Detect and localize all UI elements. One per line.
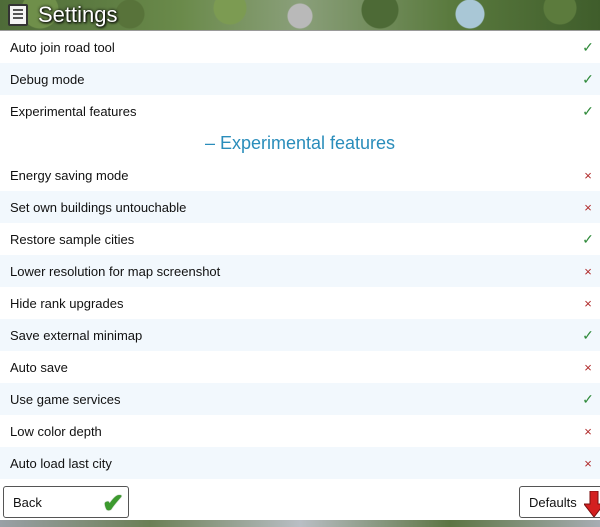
title-bar: Settings (0, 0, 600, 30)
setting-label: Experimental features (10, 103, 137, 119)
check-icon[interactable]: ✓ (582, 327, 594, 344)
setting-row-debug-mode[interactable]: Debug mode ✓ (0, 63, 600, 95)
setting-row-auto-load-last-city[interactable]: Auto load last city × (0, 447, 600, 479)
cross-icon[interactable]: × (582, 360, 594, 375)
setting-label: Hide rank upgrades (10, 295, 124, 311)
setting-row-use-game-services[interactable]: Use game services ✓ (0, 383, 600, 415)
setting-row-low-color-depth[interactable]: Low color depth × (0, 415, 600, 447)
setting-label: Debug mode (10, 71, 85, 87)
setting-row-auto-save[interactable]: Auto save × (0, 351, 600, 383)
setting-row-hide-rank-upgrades[interactable]: Hide rank upgrades × (0, 287, 600, 319)
setting-row-save-external-minimap[interactable]: Save external minimap ✓ (0, 319, 600, 351)
setting-label: Energy saving mode (10, 167, 129, 183)
setting-row-lower-resolution-screenshot[interactable]: Lower resolution for map screenshot × (0, 255, 600, 287)
defaults-button-label: Defaults (529, 494, 577, 510)
cross-icon[interactable]: × (582, 200, 594, 215)
setting-row-energy-saving-mode[interactable]: Energy saving mode × (0, 159, 600, 191)
down-arrow-icon (584, 491, 600, 517)
setting-label: Lower resolution for map screenshot (10, 263, 221, 279)
setting-label: Auto join road tool (10, 39, 115, 55)
back-button[interactable]: Back ✔ (3, 486, 129, 518)
notepad-icon (8, 4, 28, 26)
setting-label: Save external minimap (10, 327, 143, 343)
checkmark-icon: ✔ (102, 488, 124, 518)
check-icon[interactable]: ✓ (582, 71, 594, 88)
setting-row-auto-join-road-tool[interactable]: Auto join road tool ✓ (0, 31, 600, 63)
check-icon[interactable]: ✓ (582, 231, 594, 248)
cross-icon[interactable]: × (582, 456, 594, 471)
game-background-strip (0, 520, 600, 527)
setting-label: Use game services (10, 391, 121, 407)
check-icon[interactable]: ✓ (582, 103, 594, 120)
cross-icon[interactable]: × (582, 264, 594, 279)
button-bar: Back ✔ Defaults (0, 486, 600, 520)
check-icon[interactable]: ✓ (582, 391, 594, 408)
cross-icon[interactable]: × (582, 296, 594, 311)
defaults-button[interactable]: Defaults (519, 486, 600, 518)
cross-icon[interactable]: × (582, 168, 594, 183)
setting-label: Auto load last city (10, 455, 112, 471)
settings-panel: Auto join road tool ✓ Debug mode ✓ Exper… (0, 30, 600, 518)
setting-label: Restore sample cities (10, 231, 135, 247)
setting-label: Set own buildings untouchable (10, 199, 187, 215)
settings-list: Auto join road tool ✓ Debug mode ✓ Exper… (0, 31, 600, 479)
cross-icon[interactable]: × (582, 424, 594, 439)
back-button-label: Back (13, 494, 42, 510)
setting-label: Auto save (10, 359, 68, 375)
check-icon[interactable]: ✓ (582, 39, 594, 56)
setting-row-restore-sample-cities[interactable]: Restore sample cities ✓ (0, 223, 600, 255)
setting-label: Low color depth (10, 423, 102, 439)
setting-row-experimental-features[interactable]: Experimental features ✓ (0, 95, 600, 127)
section-heading-experimental[interactable]: – Experimental features (0, 127, 600, 159)
window-title: Settings (38, 2, 118, 27)
setting-row-set-own-buildings-untouchable[interactable]: Set own buildings untouchable × (0, 191, 600, 223)
